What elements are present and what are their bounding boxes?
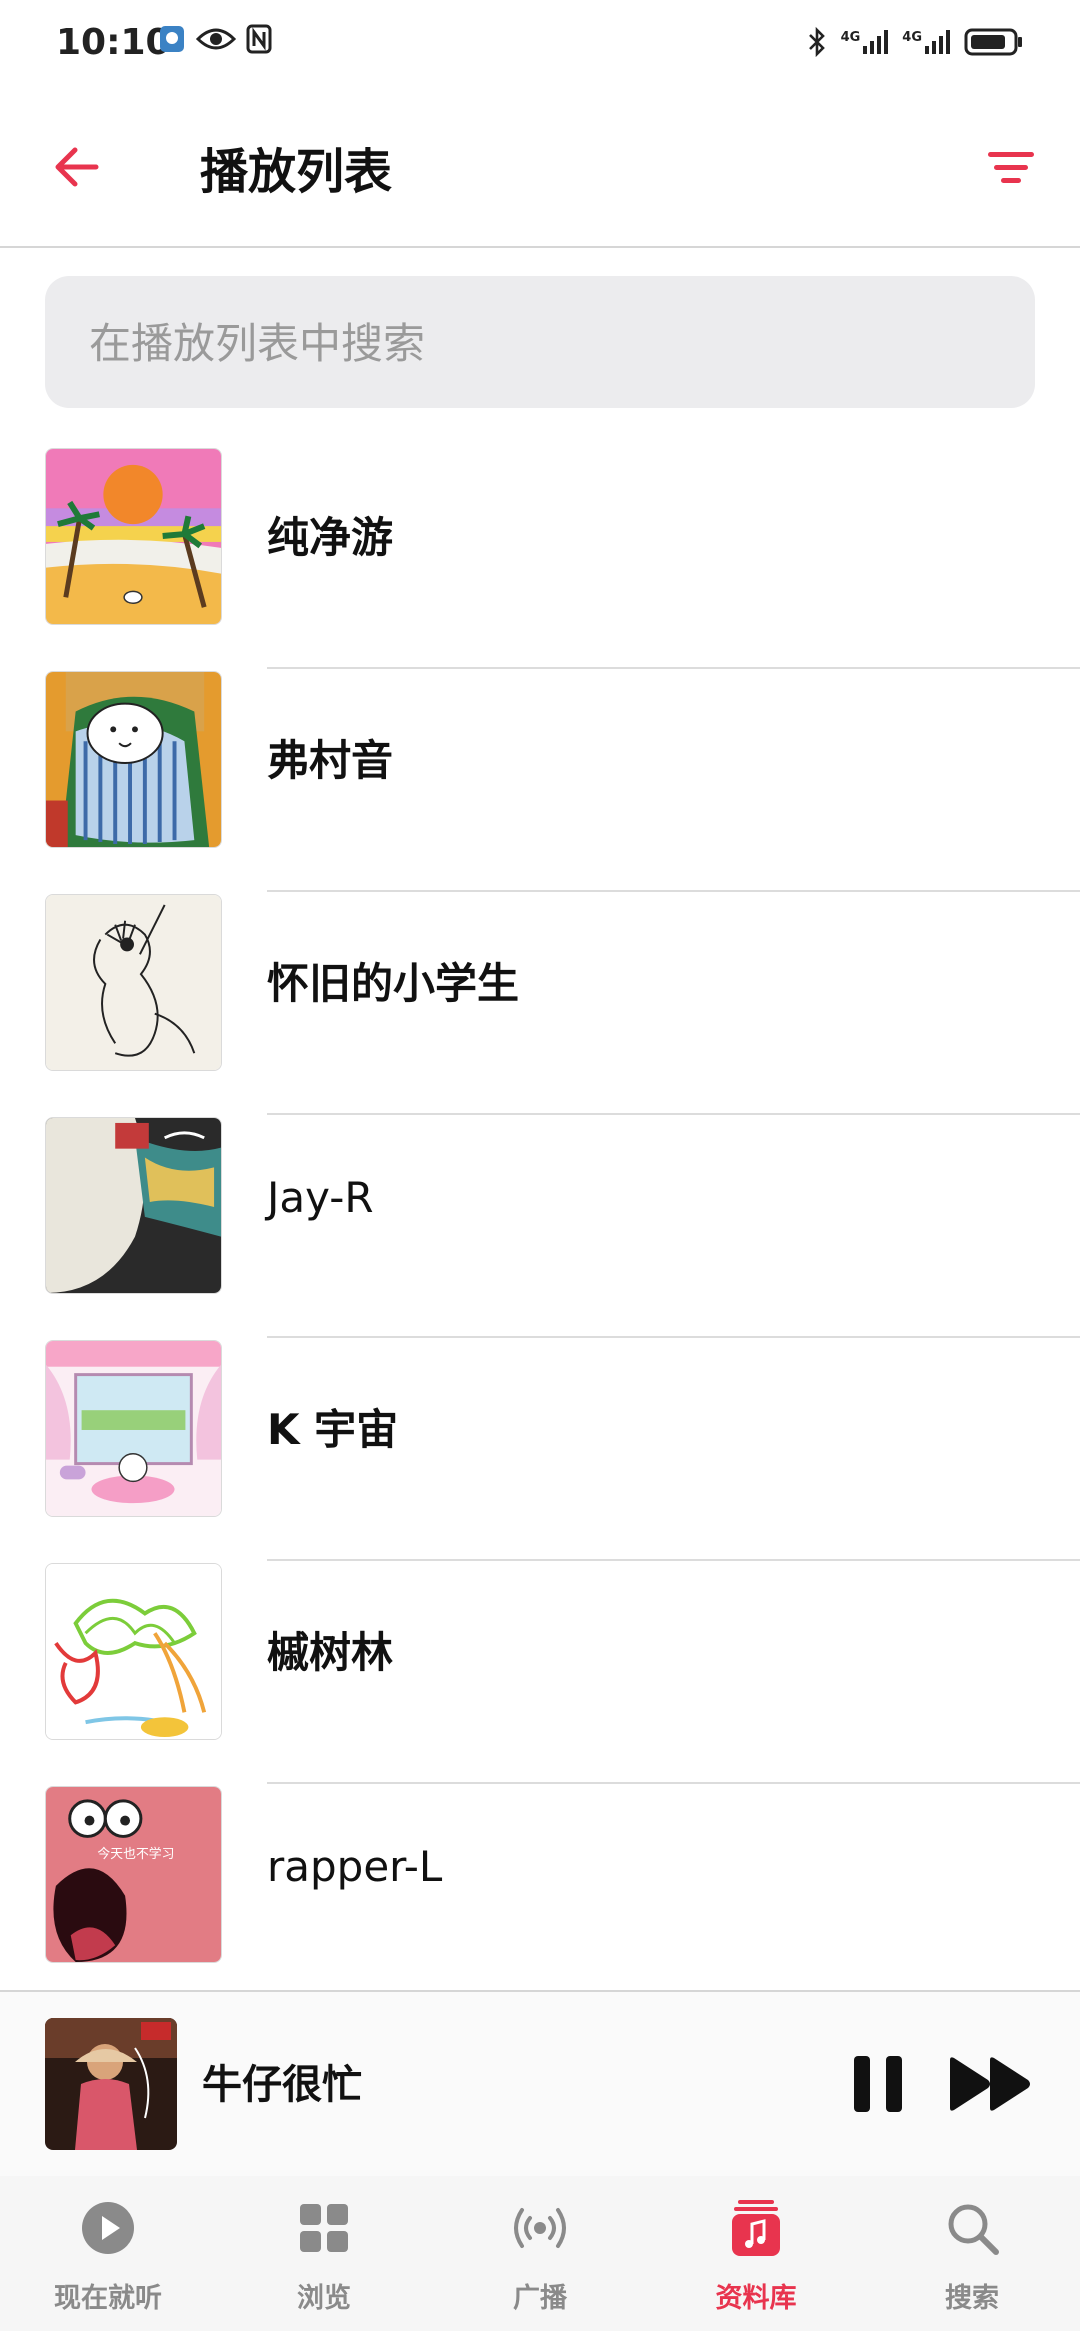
network-label: 4G (902, 30, 922, 45)
now-playing-cover (45, 2018, 177, 2150)
page-title: 播放列表 (200, 144, 393, 200)
playlist-title: rapper-L (267, 1842, 443, 1891)
status-bar: 10:10 4G 4G (0, 0, 1080, 88)
playlist-title: 纯净游 (267, 513, 394, 562)
sketch-girl-artwork (46, 895, 221, 1070)
signal-bar (939, 36, 943, 54)
tab-listen-now[interactable]: 现在就听 (0, 2176, 216, 2331)
forward-icon[interactable] (948, 2056, 1034, 2112)
radio-icon (514, 2208, 566, 2248)
sort-filter-icon[interactable] (988, 148, 1034, 188)
playlist-title: Jay-R (267, 1173, 374, 1222)
screaming-face-artwork: 今天也不学习 (46, 1787, 221, 1962)
mini-player[interactable]: 牛仔很忙 (0, 1990, 1080, 2178)
tab-library[interactable]: 资料库 (648, 2176, 864, 2331)
playlist-cover (45, 448, 222, 625)
sunset-beach-artwork (46, 449, 221, 624)
nav-bar: 播放列表 (0, 88, 1080, 248)
list-item[interactable]: 今天也不学习 rapper-L (0, 1784, 1080, 2007)
cover-caption: 今天也不学习 (97, 1846, 174, 1862)
signal-bar (884, 30, 889, 54)
playlist-list: 纯净游 弗村音 怀旧的小学生 Jay-R K 宇宙 槭树林 今天也不学习 rap… (0, 446, 1080, 2007)
playlist-cover (45, 894, 222, 1071)
kitty-room-artwork (46, 1341, 221, 1516)
status-icons-left (158, 24, 272, 54)
signal-bar (863, 46, 868, 54)
tab-label: 现在就听 (54, 2283, 162, 2314)
signal-bar (870, 41, 875, 54)
signal-bar (932, 41, 936, 54)
status-icons-right: 4G 4G (807, 26, 1024, 58)
library-icon (732, 2200, 780, 2256)
search-box[interactable] (45, 276, 1035, 410)
tab-label: 资料库 (715, 2283, 797, 2314)
tab-label: 浏览 (297, 2283, 351, 2314)
signal-bar (925, 46, 929, 54)
network-label: 4G (840, 30, 861, 45)
nfc-icon (246, 24, 272, 54)
tab-label: 广播 (513, 2283, 567, 2314)
playlist-cover: 今天也不学习 (45, 1786, 222, 1963)
search-input[interactable] (87, 276, 991, 410)
playlist-cover (45, 1563, 222, 1740)
grid-icon (300, 2204, 348, 2252)
list-item[interactable]: 弗村音 (0, 669, 1080, 892)
status-time: 10:10 (56, 22, 171, 63)
playlist-title: K 宇宙 (267, 1405, 399, 1454)
playlist-cover (45, 671, 222, 848)
app-notification-icon (160, 26, 184, 52)
list-item[interactable]: Jay-R (0, 1115, 1080, 1338)
playlist-title: 怀旧的小学生 (267, 959, 520, 1008)
signal-bar (946, 30, 950, 54)
list-item[interactable]: 纯净游 (0, 446, 1080, 669)
playlist-cover (45, 1117, 222, 1294)
tab-radio[interactable]: 广播 (432, 2176, 648, 2331)
scribble-tree-artwork (46, 1564, 221, 1739)
list-item[interactable]: 槭树林 (0, 1561, 1080, 1784)
tab-label: 搜索 (945, 2283, 999, 2314)
pause-icon[interactable] (852, 2054, 904, 2114)
album-artwork (45, 2018, 177, 2150)
clothing-photo-artwork (46, 1118, 221, 1293)
eye-icon (196, 28, 236, 50)
signal-1-icon: 4G (841, 30, 889, 54)
play-circle-icon (82, 2202, 134, 2254)
battery-icon (964, 28, 1022, 56)
now-playing-title: 牛仔很忙 (202, 2062, 362, 2108)
tab-browse[interactable]: 浏览 (216, 2176, 432, 2331)
bluetooth-icon (808, 26, 825, 58)
tab-bar: 现在就听 浏览 广播 资料库 搜索 (0, 2176, 1080, 2331)
signal-bar (877, 36, 882, 54)
playlist-title: 弗村音 (267, 736, 394, 785)
tab-search[interactable]: 搜索 (864, 2176, 1080, 2331)
search-icon (948, 2204, 999, 2255)
playlist-title: 槭树林 (267, 1628, 394, 1677)
list-item[interactable]: K 宇宙 (0, 1338, 1080, 1561)
back-arrow-icon[interactable] (50, 140, 104, 194)
dog-in-bag-artwork (46, 672, 221, 847)
playlist-cover (45, 1340, 222, 1517)
signal-2-icon: 4G (902, 30, 950, 54)
list-item[interactable]: 怀旧的小学生 (0, 892, 1080, 1115)
